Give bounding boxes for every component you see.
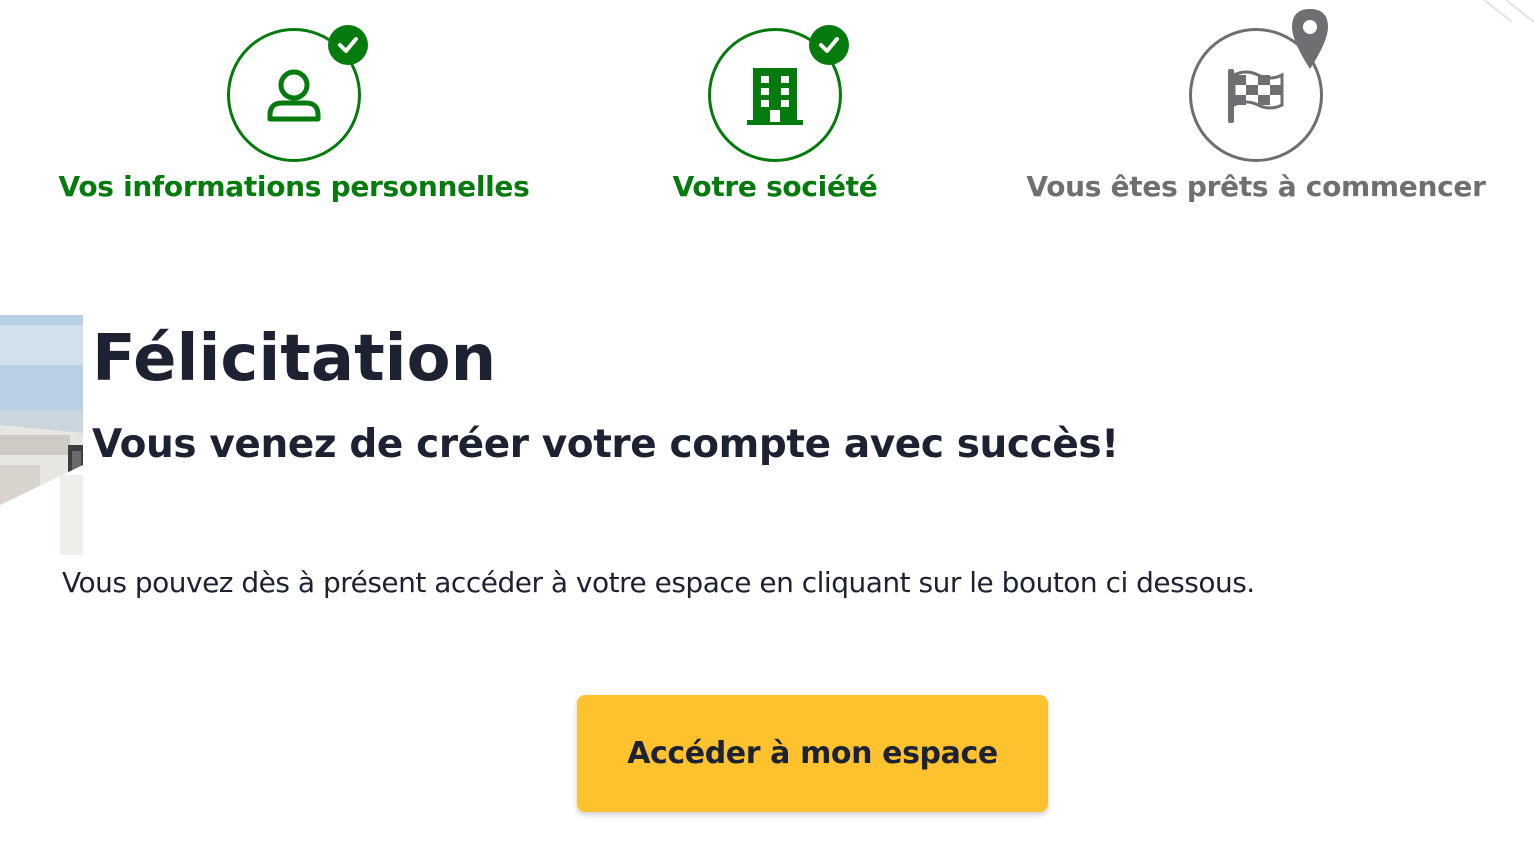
- step-label: Vous êtes prêts à commencer: [1026, 170, 1486, 203]
- progress-stepper: Vos informations personnelles Votre soci…: [0, 0, 1534, 230]
- step-personal-info: Vos informations personnelles: [44, 25, 544, 203]
- access-space-button[interactable]: Accéder à mon espace: [577, 695, 1048, 812]
- building-icon: [747, 68, 803, 125]
- page-title: Félicitation: [92, 322, 497, 396]
- instruction-text: Vous pouvez dès à présent accéder à votr…: [62, 566, 1255, 599]
- page-subtitle: Vous venez de créer votre compte avec su…: [92, 422, 1119, 467]
- step-label: Vos informations personnelles: [58, 170, 530, 203]
- page: Vos informations personnelles Votre soci…: [0, 0, 1534, 848]
- step-ready: Vous êtes prêts à commencer: [1006, 9, 1506, 203]
- step-circle: [708, 25, 849, 162]
- map-pin-icon: [1292, 9, 1328, 69]
- checkered-flag-icon: [1228, 69, 1284, 123]
- step-circle: [1189, 9, 1328, 162]
- step-circle: [227, 25, 368, 162]
- side-image: [0, 315, 83, 555]
- check-icon: [328, 25, 368, 65]
- step-company: Votre société: [525, 25, 1025, 203]
- check-icon: [809, 25, 849, 65]
- user-icon: [267, 69, 321, 122]
- step-label: Votre société: [672, 170, 878, 203]
